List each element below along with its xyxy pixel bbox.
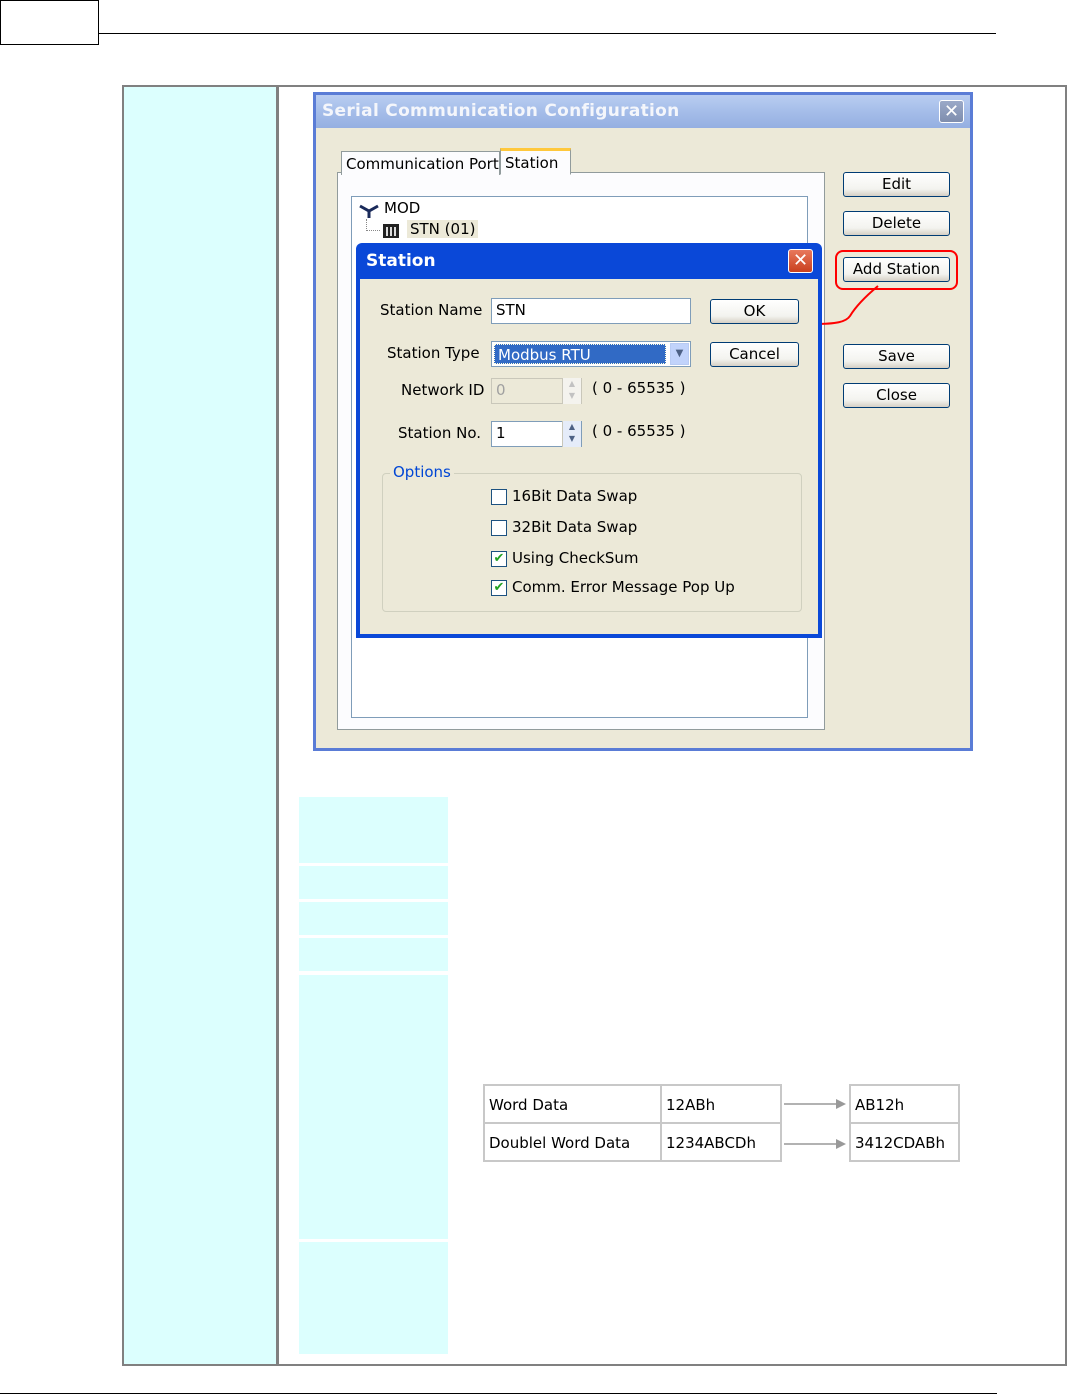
dialog-title-bar: Serial Communication Configuration ✕ [316,95,970,128]
station-no-range: ( 0 - 65535 ) [592,422,686,440]
checkbox-using-checksum-label: Using CheckSum [512,549,639,567]
checkbox-16bit-swap-label: 16Bit Data Swap [512,487,638,505]
delete-button[interactable]: Delete [843,211,950,236]
checkbox-16bit-swap[interactable] [491,489,507,505]
table-cell: 1234ABCDh [660,1122,782,1162]
network-id-label: Network ID [401,381,485,399]
tree-root-label[interactable]: MOD [384,199,420,217]
doc-cell [299,866,448,899]
close-icon[interactable]: ✕ [788,249,813,273]
chevron-down-icon[interactable]: ▼ [670,343,689,365]
station-type-select[interactable]: Modbus RTU [491,341,691,367]
doc-cell [299,797,448,863]
checkbox-error-popup[interactable]: ✔ [491,580,507,596]
footer-rule [0,1393,997,1394]
tree-connector-h [366,230,380,231]
table-cell: Word Data [483,1084,662,1124]
station-name-label: Station Name [380,301,483,319]
doc-cell [299,1242,448,1354]
checkbox-32bit-swap-label: 32Bit Data Swap [512,518,638,536]
station-dialog-title: Station [366,251,436,271]
network-icon [358,203,380,219]
tab-communication-port[interactable]: Communication Port [341,151,500,175]
cancel-button[interactable]: Cancel [710,342,799,367]
header-rule [99,33,996,34]
close-button[interactable]: Close [843,383,950,408]
ok-button[interactable]: OK [710,299,799,324]
document-column-divider [276,87,279,1364]
network-id-range: ( 0 - 65535 ) [592,379,686,397]
tree-child-label[interactable]: STN (01) [407,220,479,238]
checkbox-using-checksum[interactable]: ✔ [491,551,507,567]
station-dialog-body: Station Name STN OK Station Type Modbus … [360,279,818,634]
save-button[interactable]: Save [843,344,950,369]
station-type-selected: Modbus RTU [494,344,666,364]
dialog-title: Serial Communication Configuration [322,101,680,121]
station-no-label: Station No. [398,424,481,442]
doc-cell [299,902,448,935]
table-cell: AB12h [849,1084,960,1124]
station-name-input[interactable]: STN [491,298,691,324]
tab-station[interactable]: Station [500,148,571,175]
document-left-column [124,87,276,1364]
doc-cell [299,975,448,1239]
page-number-box [0,0,99,45]
checkbox-error-popup-label: Comm. Error Message Pop Up [512,578,735,596]
station-type-label: Station Type [387,344,480,362]
station-dialog: Station ✕ Station Name STN OK Station Ty… [356,243,822,638]
station-no-stepper[interactable]: ▲ ▼ [562,421,581,447]
doc-cell [299,938,448,971]
table-cell: 3412CDABh [849,1122,960,1162]
checkbox-32bit-swap[interactable] [491,520,507,536]
table-cell: Doublel Word Data [483,1122,662,1162]
arrow-right-icon [784,1099,846,1149]
network-id-stepper[interactable]: ▲ ▼ [562,378,581,404]
options-title: Options [390,463,454,481]
close-icon[interactable]: ✕ [939,100,964,123]
station-icon [382,222,400,239]
table-cell: 12ABh [660,1084,782,1124]
edit-button[interactable]: Edit [843,172,950,197]
